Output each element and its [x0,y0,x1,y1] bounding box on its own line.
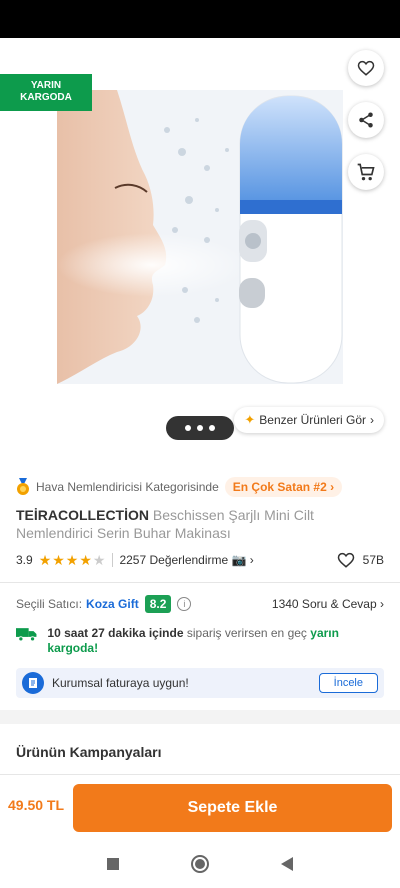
brand-name[interactable]: TEİRACOLLECTİON [16,507,149,523]
image-pager [166,416,234,440]
home-icon[interactable] [190,854,210,874]
tomorrow-cargo-badge: YARIN KARGODA [0,74,92,111]
qa-link[interactable]: 1340 Soru & Cevap › [272,597,384,611]
similar-products-button[interactable]: ✦ Benzer Ürünleri Gör › [234,407,384,433]
sparkle-icon: ✦ [244,412,256,427]
reviews-link[interactable]: 2257 Değerlendirme 📷 › [119,553,253,567]
cart-icon [357,163,375,181]
category-rank-row[interactable]: Hava Nemlendiricisi Kategorisinde En Çok… [16,476,343,498]
delivery-info: 10 saat 27 dakika içinde sipariş verirse… [16,626,384,656]
add-to-cart-button[interactable]: Sepete Ekle [73,784,392,832]
favorite-button[interactable] [348,50,384,86]
best-seller-badge[interactable]: En Çok Satan #2 › [224,477,343,497]
campaigns-title[interactable]: Ürünün Kampanyaları [16,744,161,760]
star-rating: ★★★★★ [38,551,107,568]
cart-shortcut-button[interactable] [348,154,384,190]
invoice-icon [22,672,44,694]
chevron-right-icon: › [370,413,374,427]
price: 49.50 TL [8,797,65,813]
product-title: TEİRACOLLECTİON Beschissen Şarjlı Mini C… [16,506,346,542]
seller-name[interactable]: Koza Gift [86,597,139,611]
seller-row: Seçili Satıcı: Koza Gift 8.2 i 1340 Soru… [16,595,384,613]
heart-icon [357,60,375,76]
purchase-bar: 49.50 TL Sepete Ekle [0,774,400,840]
truck-icon [16,628,37,642]
rating-row: 3.9 ★★★★★ 2257 Değerlendirme 📷 › 57B [16,550,384,570]
product-image [57,90,343,384]
info-icon[interactable]: i [177,597,192,611]
section-separator [0,710,400,724]
rating-score: 3.9 [16,553,33,567]
product-image-gallery[interactable]: ← YARIN KARGODA [0,38,400,456]
heart-outline-icon [337,552,354,568]
status-bar [0,0,400,38]
recents-icon[interactable] [106,857,120,871]
share-icon [359,112,373,128]
seller-score-badge: 8.2 [144,595,172,613]
back-icon[interactable] [280,856,294,872]
system-nav-bar [0,840,400,888]
medal-icon [17,478,29,495]
inspect-button[interactable]: İncele [318,673,378,693]
corporate-invoice-banner: Kurumsal faturaya uygun! İncele [16,668,384,698]
favorite-count[interactable]: 57B [337,551,384,569]
share-button[interactable] [348,102,384,138]
